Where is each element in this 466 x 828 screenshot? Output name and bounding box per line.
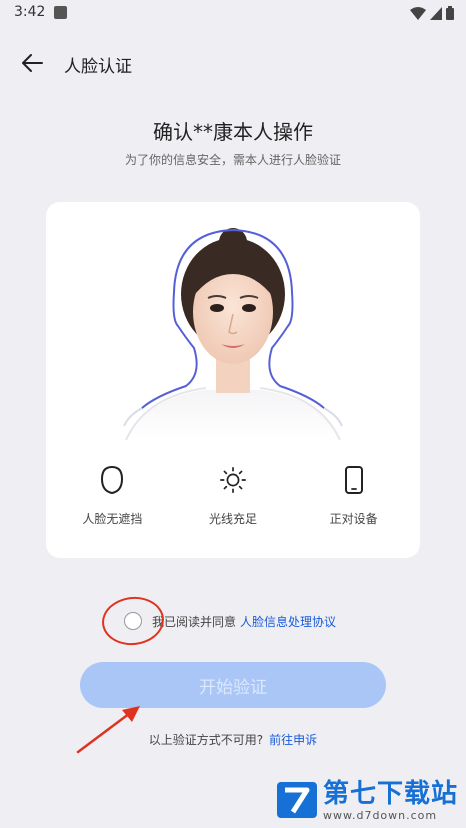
appeal-link[interactable]: 前往申诉 xyxy=(269,733,317,747)
status-icons xyxy=(410,6,454,20)
back-button[interactable] xyxy=(18,50,46,76)
back-arrow-icon xyxy=(22,54,43,72)
instruction-card: 人脸无遮挡 光线充足 正对设备 xyxy=(46,202,420,558)
tip-label: 人脸无遮挡 xyxy=(82,512,143,526)
page-title: 人脸认证 xyxy=(64,57,132,77)
tips-row: 人脸无遮挡 光线充足 正对设备 xyxy=(46,464,420,527)
tip-label: 正对设备 xyxy=(329,512,378,526)
status-time: 3:42 xyxy=(14,4,46,20)
notification-icon xyxy=(54,6,67,19)
agreement-link[interactable]: 人脸信息处理协议 xyxy=(240,613,336,630)
verification-subtitle: 为了你的信息安全，需本人进行人脸验证 xyxy=(124,153,341,167)
wifi-icon xyxy=(410,6,426,20)
tip-face-device: 正对设备 xyxy=(299,464,409,527)
annotation-circle xyxy=(99,593,167,649)
annotation-arrow xyxy=(76,706,140,754)
verification-title: 确认**康本人操作 xyxy=(153,120,313,144)
watermark: 第七下载站 www.d7down.com xyxy=(275,778,458,822)
agreement-checkbox-area xyxy=(99,593,167,649)
tip-label: 光线充足 xyxy=(208,512,257,526)
sun-icon xyxy=(219,464,247,496)
watermark-text: 第七下载站 www.d7down.com xyxy=(323,779,458,822)
fallback-row: 以上验证方式不可用? 前往申诉 xyxy=(0,731,466,748)
watermark-title: 第七下载站 xyxy=(322,778,458,809)
phone-icon xyxy=(340,464,368,496)
fallback-text: 以上验证方式不可用? xyxy=(148,733,264,747)
watermark-url: www.d7down.com xyxy=(322,808,438,822)
battery-icon xyxy=(446,6,454,20)
tip-face-unobstructed: 人脸无遮挡 xyxy=(57,464,167,527)
app-bar: 人脸认证 xyxy=(0,40,466,86)
status-bar: 3:42 xyxy=(0,0,466,26)
signal-icon xyxy=(430,6,442,20)
face-outline-icon xyxy=(98,464,126,496)
face-sample-image xyxy=(123,228,343,440)
agreement-row: 我已阅读并同意 人脸信息处理协议 xyxy=(99,593,336,649)
tip-good-lighting: 光线充足 xyxy=(178,464,288,527)
watermark-logo-icon xyxy=(276,782,317,818)
